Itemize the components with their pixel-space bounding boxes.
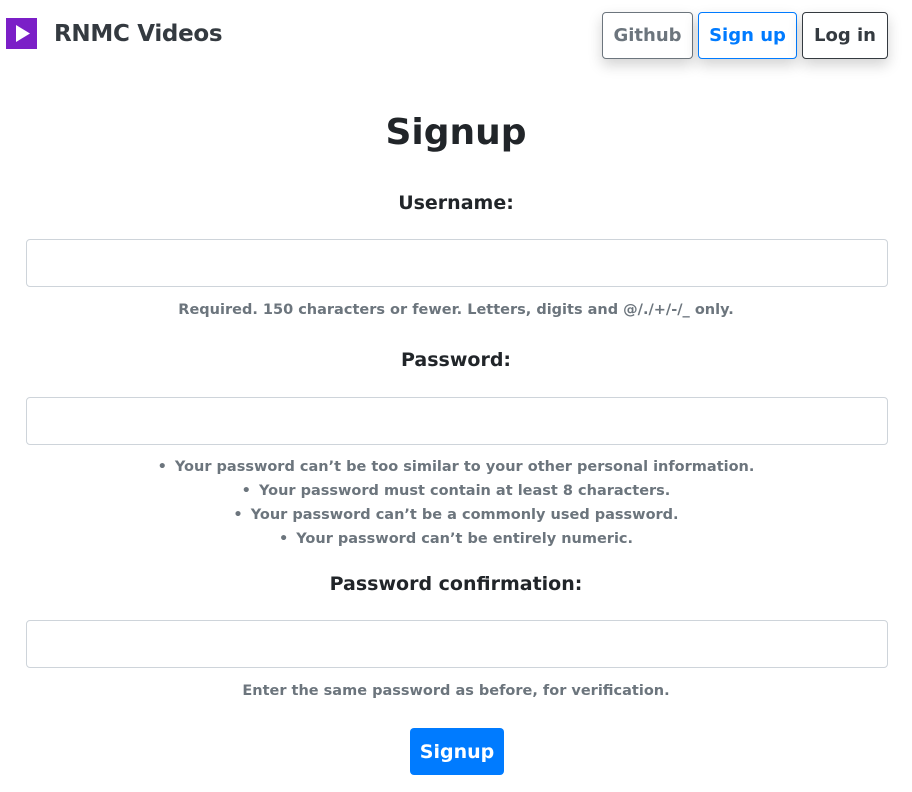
password-input[interactable] (26, 397, 888, 445)
navbar: RNMC Videos Github Sign up Log in (0, 0, 912, 70)
nav-buttons: Github Sign up Log in (602, 12, 888, 59)
password-help-list: Your password can’t be too similar to yo… (0, 455, 912, 551)
password-confirmation-help-text: Enter the same password as before, for v… (242, 683, 670, 699)
sign-up-button[interactable]: Sign up (698, 12, 797, 59)
page-title: Signup (385, 112, 527, 153)
username-input[interactable] (26, 239, 888, 287)
brand-title: RNMC Videos (54, 20, 223, 47)
password-confirmation-input[interactable] (26, 620, 888, 668)
list-item: Your password must contain at least 8 ch… (0, 479, 912, 503)
username-label: Username: (398, 192, 514, 214)
signup-submit-button[interactable]: Signup (410, 728, 504, 775)
list-item: Your password can’t be a commonly used p… (0, 503, 912, 527)
play-icon (6, 18, 37, 49)
password-label: Password: (400, 349, 512, 371)
username-help-text: Required. 150 characters or fewer. Lette… (178, 302, 734, 318)
brand-link[interactable]: RNMC Videos (6, 18, 223, 49)
list-item: Your password can’t be entirely numeric. (0, 527, 912, 551)
log-in-button[interactable]: Log in (802, 12, 888, 59)
list-item: Your password can’t be too similar to yo… (0, 455, 912, 479)
password-confirmation-label: Password confirmation: (329, 573, 583, 595)
github-button[interactable]: Github (602, 12, 693, 59)
